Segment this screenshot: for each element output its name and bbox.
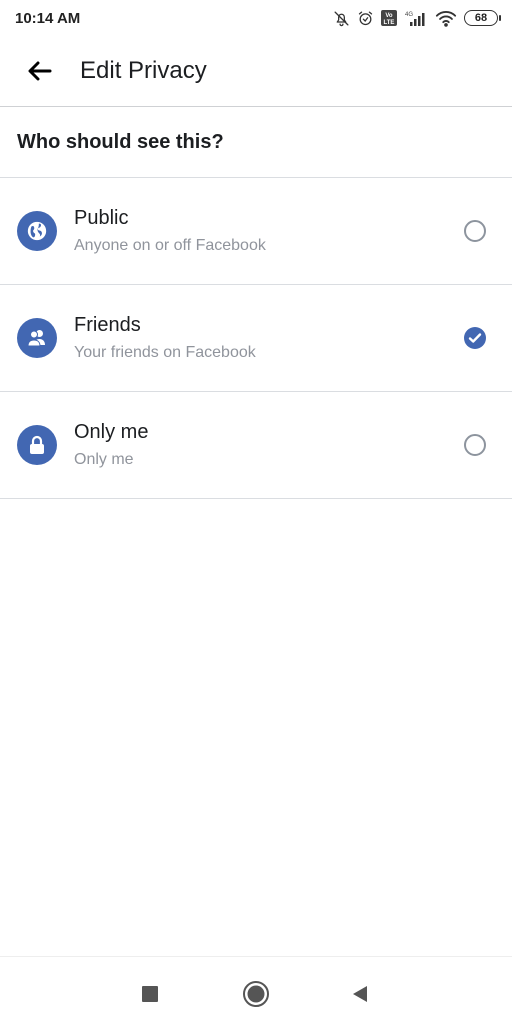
option-subtitle: Anyone on or off Facebook [74, 237, 266, 254]
status-icons: Vo LTE 4G 68 [333, 10, 501, 27]
home-button[interactable] [241, 979, 271, 1009]
lock-icon [17, 425, 57, 465]
svg-text:LTE: LTE [384, 20, 395, 26]
system-nav-bar [0, 956, 512, 1024]
checkmark-icon [468, 333, 482, 343]
option-title: Friends [74, 314, 141, 336]
status-bar: 10:14 AM Vo LTE 4G 68 [0, 0, 512, 36]
svg-text:4G: 4G [405, 12, 413, 18]
option-title: Public [74, 207, 129, 229]
signal-4g-icon: 4G [404, 10, 428, 27]
arrow-left-icon [28, 61, 52, 81]
svg-text:Vo: Vo [385, 13, 393, 19]
back-button[interactable] [20, 51, 60, 91]
battery-indicator: 68 [464, 10, 501, 26]
mute-bell-icon [333, 10, 350, 27]
option-subtitle: Your friends on Facebook [74, 344, 256, 361]
radio-only-me[interactable] [464, 434, 486, 456]
status-time: 10:14 AM [15, 9, 81, 27]
section-heading-text: Who should see this? [17, 131, 224, 153]
triangle-back-icon [353, 986, 367, 1002]
recents-button[interactable] [135, 979, 165, 1009]
option-friends[interactable]: Friends Your friends on Facebook [0, 285, 512, 392]
option-title: Only me [74, 421, 149, 443]
radio-public[interactable] [464, 220, 486, 242]
radio-friends-selected[interactable] [464, 327, 486, 349]
section-heading: Who should see this? [0, 108, 512, 178]
option-public[interactable]: Public Anyone on or off Facebook [0, 178, 512, 285]
page-title: Edit Privacy [80, 57, 207, 84]
app-header: Edit Privacy [0, 36, 512, 107]
wifi-icon [435, 10, 457, 27]
friends-icon [17, 318, 57, 358]
nav-back-button[interactable] [345, 979, 375, 1009]
square-icon [142, 986, 158, 1002]
globe-icon [17, 211, 57, 251]
option-only-me[interactable]: Only me Only me [0, 392, 512, 499]
option-subtitle: Only me [74, 451, 134, 468]
volte-icon: Vo LTE [381, 10, 397, 26]
privacy-options-list: Public Anyone on or off Facebook Friends… [0, 178, 512, 499]
alarm-icon [357, 10, 374, 27]
circle-home-icon [243, 981, 269, 1007]
